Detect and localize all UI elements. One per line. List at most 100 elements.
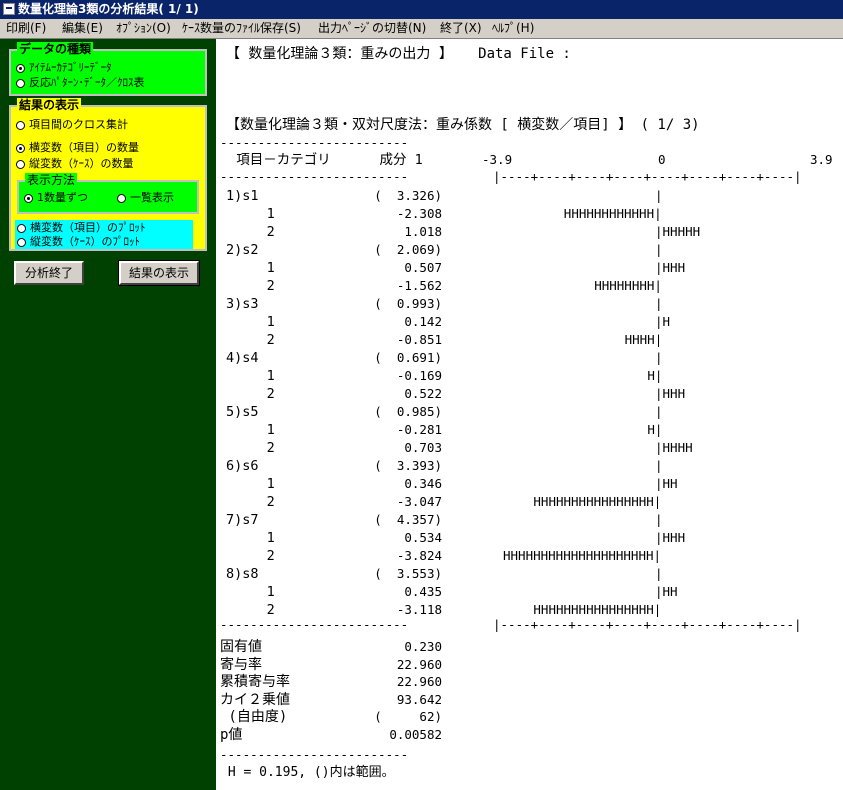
data-type-group: データの種類 ｱｲﾃﾑｰｶﾃｺﾞﾘｰﾃﾞｰﾀ 反応ﾊﾟﾀｰﾝ･ﾃﾞｰﾀ／ｸﾛｽ表 xyxy=(9,42,207,96)
item-label: 2)s2 xyxy=(226,242,259,258)
radio-selected-icon xyxy=(24,193,33,203)
weight-bar: | xyxy=(655,188,663,203)
item-range-value: ( 3.393) xyxy=(374,458,442,473)
radio-vertical-variable-quantities[interactable]: 縦変数（ｹｰｽ）の数量 xyxy=(16,157,134,171)
radio-response-pattern-data[interactable]: 反応ﾊﾟﾀｰﾝ･ﾃﾞｰﾀ／ｸﾛｽ表 xyxy=(16,76,145,90)
separator-line: ------------------------- xyxy=(220,747,409,762)
stat-label: 累積寄与率 xyxy=(220,674,290,691)
category-weight-value: -3.047 xyxy=(396,494,442,509)
stat-value: 22.960 xyxy=(396,656,442,672)
item-range-value: ( 0.691) xyxy=(374,350,442,365)
weight-bar: H| xyxy=(647,368,663,383)
item-label: 8)s8 xyxy=(226,566,259,582)
radio-one-at-a-time[interactable]: 1数量ずつ xyxy=(24,191,88,205)
radio-horizontal-variable-quantities[interactable]: 横変数（項目）の数量 xyxy=(16,141,139,155)
radio-label: 反応ﾊﾟﾀｰﾝ･ﾃﾞｰﾀ／ｸﾛｽ表 xyxy=(29,76,145,89)
category-label: 2 xyxy=(226,494,275,510)
category-label: 2 xyxy=(226,278,275,294)
category-label: 2 xyxy=(226,602,275,618)
window-title: 数量化理論3類の分析結果( 1/ 1) xyxy=(18,2,199,16)
scale-zero-label: 0 xyxy=(658,152,666,167)
category-label: 2 xyxy=(226,224,275,240)
stat-label: カイ２乗値 xyxy=(220,691,290,708)
item-range-value: ( 0.985) xyxy=(374,404,442,419)
radio-label: 項目間のクロス集計 xyxy=(29,118,128,131)
weight-bar: | xyxy=(655,512,663,527)
finish-analysis-button[interactable]: 分析終了 xyxy=(14,261,84,285)
item-label: 6)s6 xyxy=(226,458,259,474)
menu-switch-output-page[interactable]: 出力ﾍﾟｰｼﾞの切替(N) xyxy=(318,19,426,38)
item-range-value: ( 3.553) xyxy=(374,566,442,581)
category-label: 2 xyxy=(226,386,275,402)
radio-label: 横変数（項目）のﾌﾟﾛｯﾄ xyxy=(30,221,146,234)
menu-options[interactable]: ｵﾌﾟｼｮﾝ(O) xyxy=(116,19,171,38)
category-weight-value: -0.851 xyxy=(396,332,442,347)
radio-label: ｱｲﾃﾑｰｶﾃｺﾞﾘｰﾃﾞｰﾀ xyxy=(29,61,112,74)
weight-bar: | xyxy=(655,566,663,581)
category-weight-value: 0.142 xyxy=(404,314,442,329)
item-range-value: ( 4.357) xyxy=(374,512,442,527)
stat-label: (自由度) xyxy=(220,709,288,726)
category-label: 1 xyxy=(226,476,275,492)
weight-bar: HHHHHHHHHHHHHHHH| xyxy=(533,494,662,509)
result-display-legend: 結果の表示 xyxy=(17,98,82,112)
category-weight-value: 0.346 xyxy=(404,476,442,491)
display-method-legend: 表示方法 xyxy=(25,173,78,187)
weight-bar: HHHHHHHH| xyxy=(594,278,662,293)
result-display-group: 結果の表示 項目間のクロス集計 横変数（項目）の数量 縦変数（ｹｰｽ）の数量 表… xyxy=(9,98,207,251)
radio-label: 一覧表示 xyxy=(130,191,174,204)
item-label: 3)s3 xyxy=(226,296,259,312)
category-weight-value: -3.118 xyxy=(396,602,442,617)
radio-cross-tabulation[interactable]: 項目間のクロス集計 xyxy=(16,118,128,132)
radio-item-category-data[interactable]: ｱｲﾃﾑｰｶﾃｺﾞﾘｰﾃﾞｰﾀ xyxy=(16,61,112,75)
category-label: 1 xyxy=(226,206,275,222)
radio-label: 1数量ずつ xyxy=(37,191,88,204)
radio-unselected-icon xyxy=(16,78,25,88)
weight-bar: | xyxy=(655,458,663,473)
weight-bar: | xyxy=(655,296,663,311)
stat-value: 0.00582 xyxy=(389,727,442,742)
menu-save-case-quantities[interactable]: ｹｰｽ数量のﾌｧｲﾙ保存(S) xyxy=(182,19,301,38)
radio-vertical-variable-plot[interactable]: 縦変数（ｹｰｽ）のﾌﾟﾛｯﾄ xyxy=(17,235,140,249)
radio-unselected-icon xyxy=(117,193,126,203)
radio-list-display[interactable]: 一覧表示 xyxy=(117,191,174,205)
category-label: 1 xyxy=(226,368,275,384)
category-weight-value: 0.435 xyxy=(404,584,442,599)
weight-bar: |HH xyxy=(655,584,678,599)
menu-print[interactable]: 印刷(F) xyxy=(6,19,46,38)
stat-label: p値 xyxy=(220,727,243,743)
menu-edit[interactable]: 編集(E) xyxy=(62,19,103,38)
menu-help[interactable]: ﾍﾙﾌﾟ(H) xyxy=(492,19,534,38)
weight-bar: |HHHHH xyxy=(655,224,701,239)
scale-max-label: 3.9 xyxy=(810,152,833,167)
weight-bar: |HHH xyxy=(655,530,686,545)
data-type-legend: データの種類 xyxy=(17,42,94,56)
radio-horizontal-variable-plot[interactable]: 横変数（項目）のﾌﾟﾛｯﾄ xyxy=(17,221,146,235)
category-weight-value: 0.703 xyxy=(404,440,442,455)
category-label: 2 xyxy=(226,548,275,564)
category-label: 1 xyxy=(226,530,275,546)
menu-exit[interactable]: 終了(X) xyxy=(440,19,482,38)
weight-bar: HHHH| xyxy=(624,332,663,347)
show-results-button[interactable]: 結果の表示 xyxy=(118,260,200,286)
control-panel: データの種類 ｱｲﾃﾑｰｶﾃｺﾞﾘｰﾃﾞｰﾀ 反応ﾊﾟﾀｰﾝ･ﾃﾞｰﾀ／ｸﾛｽ表… xyxy=(0,39,216,790)
footer-note: H = 0.195, ()内は範囲。 xyxy=(220,765,395,780)
category-label: 1 xyxy=(226,422,275,438)
radio-label: 縦変数（ｹｰｽ）の数量 xyxy=(29,157,134,170)
app-icon xyxy=(3,3,15,15)
weight-bar: HHHHHHHHHHHHHHHHHHHH| xyxy=(503,548,662,563)
category-weight-value: 0.534 xyxy=(404,530,442,545)
radio-unselected-icon xyxy=(16,159,25,169)
plot-options-panel: 横変数（項目）のﾌﾟﾛｯﾄ 縦変数（ｹｰｽ）のﾌﾟﾛｯﾄ xyxy=(15,220,193,249)
radio-unselected-icon xyxy=(17,223,26,233)
radio-selected-icon xyxy=(16,143,25,153)
category-weight-value: -2.308 xyxy=(396,206,442,221)
category-label: 1 xyxy=(226,260,275,276)
scale-min-label: -3.9 xyxy=(482,152,513,167)
category-weight-value: -0.169 xyxy=(396,368,442,383)
stat-label: 寄与率 xyxy=(220,656,262,673)
weight-bar: | xyxy=(655,350,663,365)
category-weight-value: 0.507 xyxy=(404,260,442,275)
radio-unselected-icon xyxy=(16,120,25,130)
weight-bar: HHHHHHHHHHHH| xyxy=(563,206,662,221)
